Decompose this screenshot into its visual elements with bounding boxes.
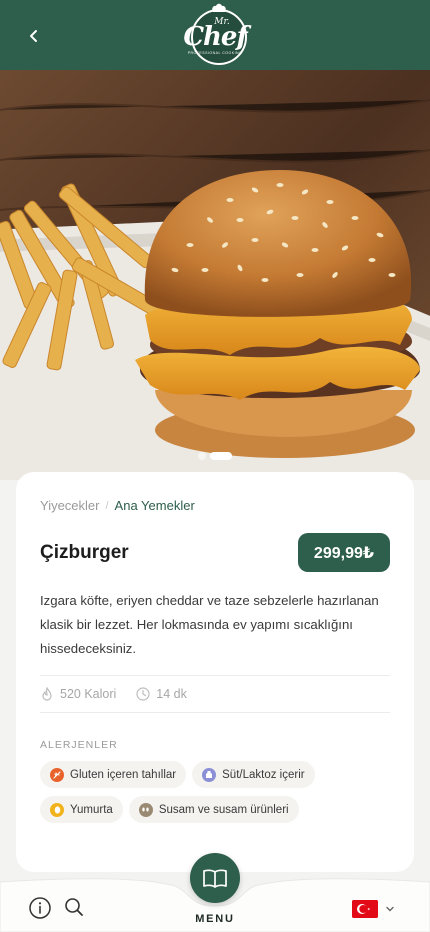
- chevron-left-icon: [30, 30, 37, 42]
- allergen-label: Susam ve susam ürünleri: [158, 803, 289, 816]
- allergen-chip: Süt/Laktoz içerir: [192, 761, 315, 788]
- gallery-dot[interactable]: [198, 452, 206, 460]
- product-title: Çizburger: [40, 541, 129, 563]
- product-meta: 520 Kalori 14 dk: [40, 675, 390, 713]
- clock-icon: [136, 687, 150, 701]
- breadcrumb-separator: /: [105, 499, 109, 512]
- prep-time-info: 14 dk: [136, 687, 187, 701]
- breadcrumb-subcategory[interactable]: Ana Yemekler: [115, 498, 195, 513]
- logo-subtitle: PROFESSIONAL COOKING: [187, 51, 243, 55]
- flame-icon: [42, 687, 52, 701]
- chevron-down-icon: [386, 906, 394, 912]
- allergen-label: Yumurta: [70, 803, 113, 816]
- top-bar: Mr. Chef PROFESSIONAL COOKING: [0, 0, 430, 70]
- logo-word: Chef: [183, 22, 247, 52]
- wheat-icon: [50, 767, 64, 782]
- sesame-icon: [138, 802, 153, 817]
- tr-flag-icon: [352, 900, 378, 918]
- language-selector[interactable]: [352, 900, 394, 918]
- bottom-navigation: MENU: [0, 853, 430, 932]
- product-photo[interactable]: [0, 70, 430, 480]
- allergen-chip: Gluten içeren tahıllar: [40, 761, 187, 788]
- cheeseburger-with-fries-photo: [0, 70, 430, 480]
- egg-icon: [50, 802, 64, 817]
- milk-icon: [202, 767, 217, 782]
- price-badge: 299,99₺: [297, 533, 390, 572]
- menu-button[interactable]: [190, 853, 240, 903]
- allergen-chip: Yumurta: [40, 796, 123, 823]
- back-button[interactable]: [18, 20, 50, 52]
- gallery-dot-active[interactable]: [210, 452, 232, 460]
- product-card: Yiyecekler / Ana Yemekler Çizburger 299,…: [16, 472, 414, 872]
- allergen-label: Gluten içeren tahıllar: [70, 768, 177, 781]
- allergens-heading: ALERJENLER: [40, 739, 118, 751]
- brand-logo: Mr. Chef PROFESSIONAL COOKING: [177, 3, 253, 66]
- breadcrumb-category[interactable]: Yiyecekler: [40, 498, 99, 513]
- breadcrumb: Yiyecekler / Ana Yemekler: [40, 498, 390, 513]
- calories-info: 520 Kalori: [40, 687, 116, 701]
- calories-text: 520 Kalori: [60, 687, 117, 701]
- book-icon: [203, 869, 227, 888]
- allergen-list: Gluten içeren tahıllar Süt/Laktoz içerir…: [40, 761, 390, 823]
- prep-time-text: 14 dk: [156, 687, 187, 701]
- gallery-indicator: [0, 452, 430, 460]
- product-description: Izgara köfte, eriyen cheddar ve taze seb…: [40, 593, 379, 656]
- title-row: Çizburger 299,99₺: [40, 533, 390, 572]
- allergen-chip: Susam ve susam ürünleri: [128, 796, 299, 823]
- chef-hat-icon: [212, 3, 226, 12]
- allergen-label: Süt/Laktoz içerir: [222, 768, 305, 781]
